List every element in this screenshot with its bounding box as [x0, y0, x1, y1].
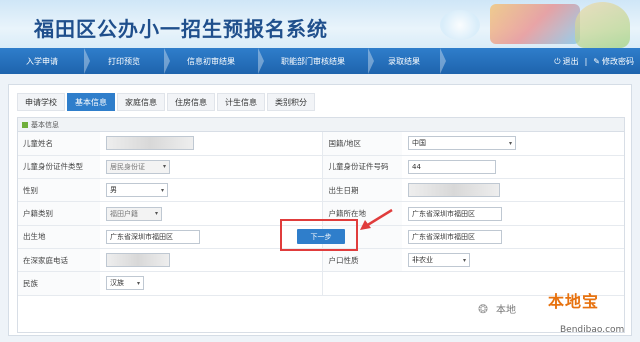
- section-icon: [22, 121, 28, 128]
- chevron-down-icon: ▾: [462, 256, 466, 264]
- form-tabs: 申请学校 基本信息 家庭信息 住房信息 计生信息 类别积分: [17, 91, 315, 111]
- form-row: 儿童身份证件类型 居民身份证 ▾ 儿童身份证件号码 44: [18, 155, 624, 180]
- form-row: 儿童姓名 国籍/地区 中国 ▾: [18, 132, 624, 156]
- logout-link[interactable]: ⏻ 退出: [554, 56, 578, 67]
- ethnicity-value: 汉族: [110, 279, 124, 288]
- hukou-place-input[interactable]: 广东省深圳市福田区: [408, 206, 502, 221]
- pencil-icon: ✎: [593, 56, 600, 66]
- id-type-value: 居民身份证: [110, 162, 145, 171]
- change-password-link[interactable]: ✎ 修改密码: [593, 56, 634, 67]
- nav-step-department-review[interactable]: 职能部门审核结果: [258, 48, 374, 74]
- basic-info-form: 儿童姓名 国籍/地区 中国 ▾ 儿童身份证件类型 居民身份证 ▾ 儿童身份证件号码 …: [18, 132, 624, 296]
- watermark-url: Bendibao.com: [560, 325, 625, 335]
- power-icon: ⏻: [554, 56, 561, 66]
- phone-input[interactable]: [106, 253, 170, 268]
- hukou-type-value: 福田户籍: [110, 209, 138, 218]
- id-type-select[interactable]: 居民身份证 ▾: [106, 159, 170, 174]
- nationality-select[interactable]: 中国 ▾: [408, 136, 516, 151]
- tab-family-planning-info[interactable]: 计生信息: [217, 93, 265, 111]
- tab-basic-info[interactable]: 基本信息: [67, 93, 115, 111]
- child-name-label: 儿童姓名: [18, 132, 100, 156]
- watermark-text: 本地: [496, 305, 516, 316]
- tab-family-info[interactable]: 家庭信息: [117, 93, 165, 111]
- chevron-down-icon: ▾: [162, 163, 166, 171]
- step-navbar: 入学申请 打印预览 信息初审结果 职能部门审核结果 录取结果 ⏻ 退出 | ✎ 修改…: [0, 48, 640, 74]
- gender-select[interactable]: 男 ▾: [106, 183, 168, 198]
- page-title: 福田区公办小一招生预报名系统: [34, 17, 328, 41]
- nav-step-print-preview[interactable]: 打印预览: [84, 48, 170, 74]
- hukou-type-label: 户籍类别: [18, 201, 100, 226]
- chevron-down-icon: ▾: [136, 279, 140, 287]
- birthplace-input[interactable]: 广东省深圳市福田区: [106, 229, 200, 244]
- id-number-input[interactable]: 44: [408, 159, 496, 174]
- phone-label: 在深家庭电话: [18, 248, 100, 273]
- nationality-label: 国籍/地区: [321, 132, 402, 156]
- banner-decoration: [440, 10, 480, 40]
- hukou-nature-label: 户口性质: [321, 248, 402, 273]
- form-row: 性别 男 ▾ 出生日期: [18, 178, 624, 203]
- gender-label: 性别: [18, 178, 100, 203]
- red-arrow-icon: [360, 208, 393, 230]
- hukou-type-select[interactable]: 福田户籍 ▾: [106, 206, 162, 221]
- nav-step-admission-result[interactable]: 录取结果: [368, 48, 446, 74]
- section-title: 基本信息: [31, 120, 59, 129]
- child-name-input[interactable]: [106, 136, 194, 151]
- chevron-down-icon: ▾: [154, 210, 158, 218]
- chevron-down-icon: ▾: [508, 139, 512, 147]
- ethnicity-select[interactable]: 汉族 ▾: [106, 276, 144, 291]
- hukou-nature-select[interactable]: 非农业 ▾: [408, 253, 470, 268]
- tab-category-points[interactable]: 类别积分: [267, 93, 315, 111]
- native-place-input[interactable]: 广东省深圳市福田区: [408, 229, 502, 244]
- main-panel: 申请学校 基本信息 家庭信息 住房信息 计生信息 类别积分 基本信息 儿童姓名 …: [8, 84, 632, 336]
- banner-decoration: [575, 2, 630, 48]
- watermark-brand: 本地宝: [548, 292, 600, 311]
- section-header: 基本信息: [18, 118, 624, 132]
- banner-decoration: [490, 4, 580, 44]
- gender-value: 男: [110, 186, 117, 195]
- nav-step-apply[interactable]: 入学申请: [0, 48, 90, 74]
- ethnicity-label: 民族: [18, 271, 100, 296]
- empty-cell: [321, 271, 402, 296]
- divider: |: [584, 56, 588, 66]
- tab-apply-school[interactable]: 申请学校: [17, 93, 65, 111]
- header-banner: 福田区公办小一招生预报名系统: [0, 0, 640, 48]
- nav-step-initial-review[interactable]: 信息初审结果: [164, 48, 264, 74]
- birthdate-label: 出生日期: [321, 178, 402, 203]
- id-number-label: 儿童身份证件号码: [321, 155, 402, 180]
- id-type-label: 儿童身份证件类型: [18, 155, 100, 180]
- form-row: 民族 汉族 ▾: [18, 271, 624, 296]
- logout-label: 退出: [562, 56, 579, 66]
- wechat-icon: ❂: [478, 302, 489, 316]
- change-password-label: 修改密码: [602, 56, 634, 66]
- birthplace-label: 出生地: [18, 225, 100, 249]
- next-button[interactable]: 下一步: [297, 229, 345, 244]
- nationality-value: 中国: [412, 139, 426, 148]
- tab-housing-info[interactable]: 住房信息: [167, 93, 215, 111]
- form-row: 在深家庭电话 户口性质 非农业 ▾: [18, 248, 624, 273]
- hukou-nature-value: 非农业: [412, 256, 433, 265]
- birthdate-input[interactable]: [408, 183, 500, 198]
- chevron-down-icon: ▾: [160, 186, 164, 194]
